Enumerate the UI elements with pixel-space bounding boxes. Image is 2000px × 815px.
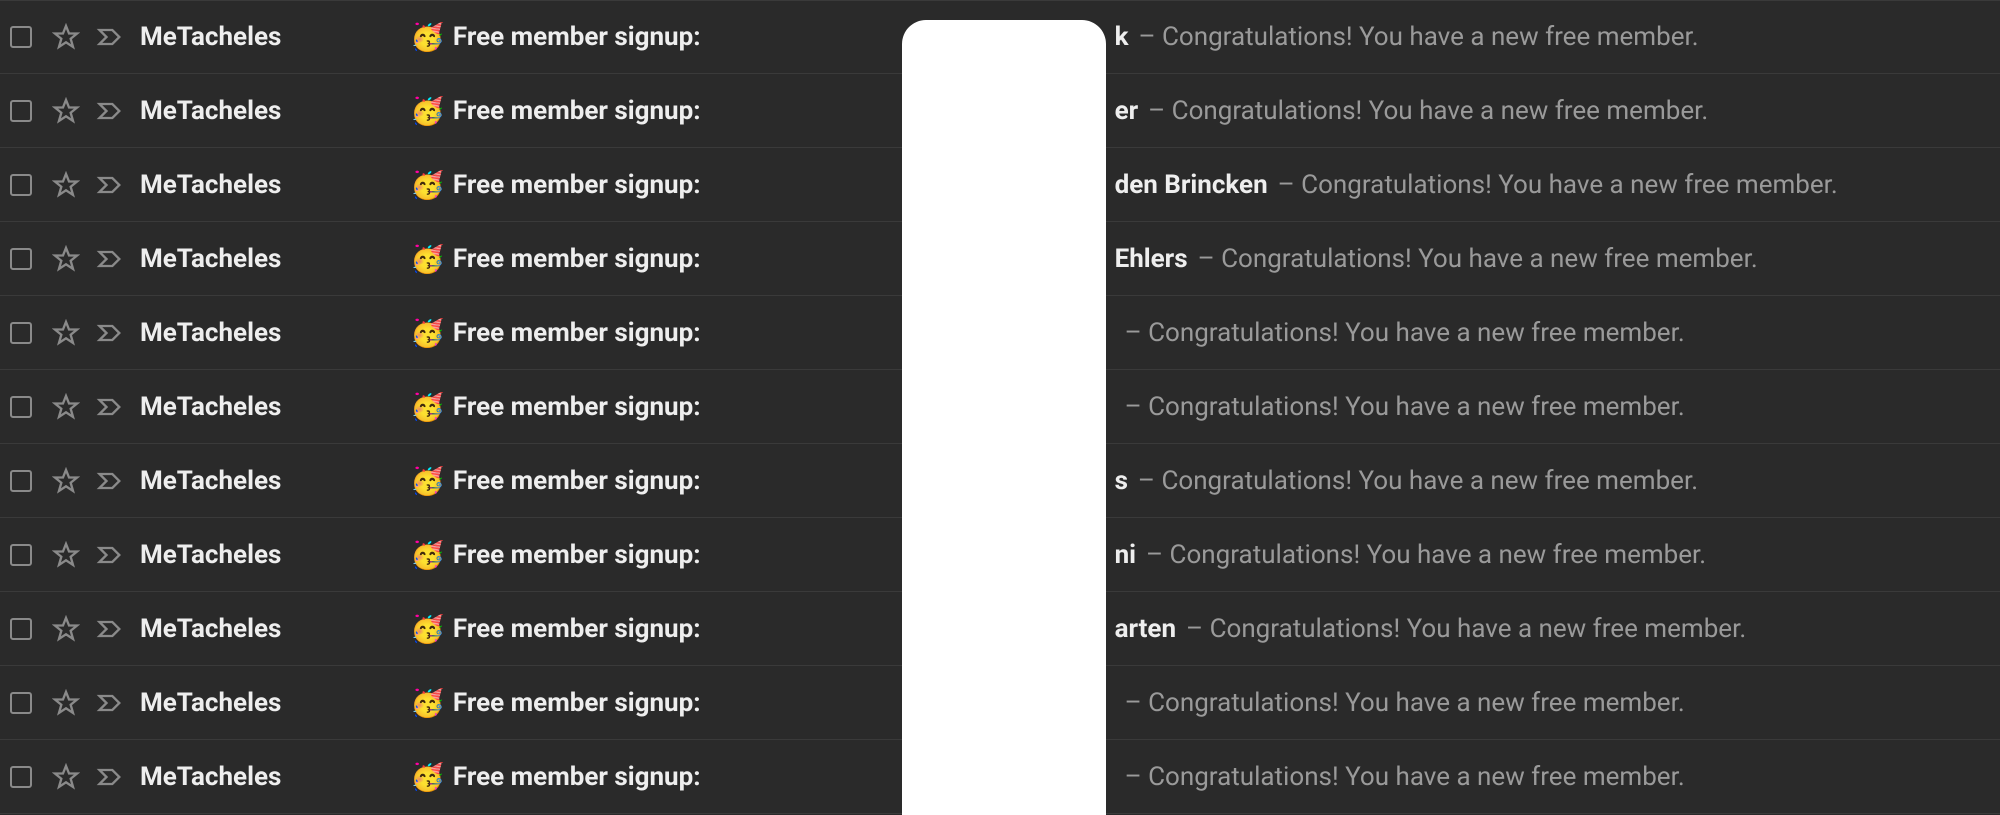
party-emoji-icon: 🥳 <box>410 319 445 347</box>
subject-name-fragment: er <box>1115 96 1139 126</box>
subject-line: 🥳 Free member signup: – Congratulations! … <box>410 392 2000 422</box>
star-icon[interactable] <box>52 541 80 569</box>
star-icon[interactable] <box>52 245 80 273</box>
sender-name: MeTacheles <box>140 614 410 644</box>
sender-name: MeTacheles <box>140 244 410 274</box>
preview-text: – Congratulations! You have a new free m… <box>1125 392 1685 422</box>
preview-text: – Congratulations! You have a new free m… <box>1138 22 1698 52</box>
important-icon[interactable] <box>96 763 124 791</box>
select-checkbox[interactable] <box>10 544 32 566</box>
party-emoji-icon: 🥳 <box>410 245 445 273</box>
select-checkbox[interactable] <box>10 692 32 714</box>
select-checkbox[interactable] <box>10 26 32 48</box>
important-icon[interactable] <box>96 541 124 569</box>
preview-text: – Congratulations! You have a new free m… <box>1198 244 1758 274</box>
subject-name-fragment: s <box>1115 466 1128 496</box>
star-icon[interactable] <box>52 615 80 643</box>
important-icon[interactable] <box>96 97 124 125</box>
select-checkbox[interactable] <box>10 396 32 418</box>
select-checkbox[interactable] <box>10 100 32 122</box>
preview-text: – Congratulations! You have a new free m… <box>1125 318 1685 348</box>
subject-prefix: Free member signup: <box>453 688 701 718</box>
important-icon[interactable] <box>96 23 124 51</box>
sender-name: MeTacheles <box>140 96 410 126</box>
subject-name-fragment: k <box>1115 22 1129 52</box>
subject-prefix: Free member signup: <box>453 540 701 570</box>
sender-name: MeTacheles <box>140 170 410 200</box>
sender-name: MeTacheles <box>140 540 410 570</box>
important-icon[interactable] <box>96 393 124 421</box>
star-icon[interactable] <box>52 763 80 791</box>
subject-prefix: Free member signup: <box>453 392 701 422</box>
subject-prefix: Free member signup: <box>453 614 701 644</box>
subject-prefix: Free member signup: <box>453 170 701 200</box>
party-emoji-icon: 🥳 <box>410 171 445 199</box>
subject-name-fragment: Ehlers <box>1115 244 1188 274</box>
select-checkbox[interactable] <box>10 618 32 640</box>
preview-text: – Congratulations! You have a new free m… <box>1278 170 1838 200</box>
subject-prefix: Free member signup: <box>453 318 701 348</box>
preview-text: – Congratulations! You have a new free m… <box>1186 614 1746 644</box>
party-emoji-icon: 🥳 <box>410 393 445 421</box>
select-checkbox[interactable] <box>10 766 32 788</box>
sender-name: MeTacheles <box>140 688 410 718</box>
preview-text: – Congratulations! You have a new free m… <box>1138 466 1698 496</box>
subject-name-fragment: den Brincken <box>1115 170 1268 200</box>
subject-line: 🥳 Free member signup: den Brincken – Congr… <box>410 170 2000 200</box>
star-icon[interactable] <box>52 23 80 51</box>
select-checkbox[interactable] <box>10 174 32 196</box>
subject-prefix: Free member signup: <box>453 244 701 274</box>
star-icon[interactable] <box>52 689 80 717</box>
party-emoji-icon: 🥳 <box>410 97 445 125</box>
party-emoji-icon: 🥳 <box>410 541 445 569</box>
party-emoji-icon: 🥳 <box>410 23 445 51</box>
important-icon[interactable] <box>96 615 124 643</box>
subject-line: 🥳 Free member signup: k – Congratulations!… <box>410 22 2000 52</box>
party-emoji-icon: 🥳 <box>410 467 445 495</box>
preview-text: – Congratulations! You have a new free m… <box>1148 96 1708 126</box>
star-icon[interactable] <box>52 171 80 199</box>
party-emoji-icon: 🥳 <box>410 689 445 717</box>
subject-line: 🥳 Free member signup: ni – Congratulations… <box>410 540 2000 570</box>
subject-name-fragment: ni <box>1115 540 1136 570</box>
sender-name: MeTacheles <box>140 466 410 496</box>
sender-name: MeTacheles <box>140 762 410 792</box>
important-icon[interactable] <box>96 245 124 273</box>
party-emoji-icon: 🥳 <box>410 615 445 643</box>
redaction-overlay <box>902 20 1106 815</box>
subject-line: 🥳 Free member signup: – Congratulations! … <box>410 318 2000 348</box>
sender-name: MeTacheles <box>140 318 410 348</box>
star-icon[interactable] <box>52 97 80 125</box>
subject-name-fragment: arten <box>1115 614 1176 644</box>
subject-prefix: Free member signup: <box>453 466 701 496</box>
subject-line: 🥳 Free member signup: s – Congratulations!… <box>410 466 2000 496</box>
select-checkbox[interactable] <box>10 322 32 344</box>
star-icon[interactable] <box>52 319 80 347</box>
preview-text: – Congratulations! You have a new free m… <box>1146 540 1706 570</box>
subject-prefix: Free member signup: <box>453 96 701 126</box>
preview-text: – Congratulations! You have a new free m… <box>1125 762 1685 792</box>
subject-prefix: Free member signup: <box>453 22 701 52</box>
subject-line: 🥳 Free member signup: er – Congratulations… <box>410 96 2000 126</box>
star-icon[interactable] <box>52 467 80 495</box>
important-icon[interactable] <box>96 171 124 199</box>
subject-prefix: Free member signup: <box>453 762 701 792</box>
sender-name: MeTacheles <box>140 392 410 422</box>
select-checkbox[interactable] <box>10 470 32 492</box>
subject-line: 🥳 Free member signup: – Congratulations! … <box>410 762 2000 792</box>
preview-text: – Congratulations! You have a new free m… <box>1125 688 1685 718</box>
star-icon[interactable] <box>52 393 80 421</box>
sender-name: MeTacheles <box>140 22 410 52</box>
important-icon[interactable] <box>96 467 124 495</box>
subject-line: 🥳 Free member signup: Ehlers – Congratulat… <box>410 244 2000 274</box>
important-icon[interactable] <box>96 319 124 347</box>
important-icon[interactable] <box>96 689 124 717</box>
subject-line: 🥳 Free member signup: arten – Congratulati… <box>410 614 2000 644</box>
party-emoji-icon: 🥳 <box>410 763 445 791</box>
subject-line: 🥳 Free member signup: – Congratulations! … <box>410 688 2000 718</box>
select-checkbox[interactable] <box>10 248 32 270</box>
